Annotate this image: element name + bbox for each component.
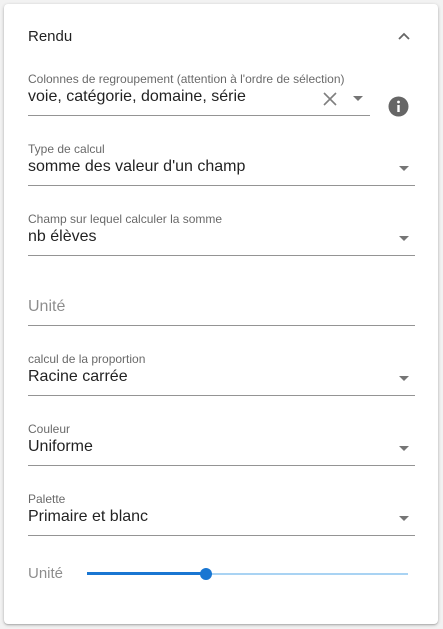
slider-label: Unité	[28, 565, 64, 582]
clear-icon[interactable]	[321, 90, 339, 108]
chevron-down-icon[interactable]	[399, 516, 409, 521]
section-title: Rendu	[28, 28, 73, 45]
grouping-columns-select[interactable]: Colonnes de regroupement (attention à l'…	[28, 72, 415, 120]
sum-field-select[interactable]: Champ sur lequel calculer la somme nb él…	[28, 212, 415, 260]
palette-select[interactable]: Palette Primaire et blanc	[28, 492, 415, 540]
rendu-panel: Rendu Colonnes de regroupement (attentio…	[4, 4, 438, 624]
chevron-down-icon[interactable]	[399, 236, 409, 241]
palette-value: Primaire et blanc	[28, 508, 149, 525]
chevron-up-icon[interactable]	[394, 26, 414, 46]
proportion-select[interactable]: calcul de la proportion Racine carrée	[28, 352, 415, 400]
color-value: Uniforme	[28, 438, 93, 455]
color-select[interactable]: Couleur Uniforme	[28, 422, 415, 470]
slider-thumb[interactable]	[200, 568, 212, 580]
chevron-down-icon[interactable]	[399, 376, 409, 381]
unit-slider[interactable]	[87, 566, 408, 582]
sum-field-underline	[28, 255, 415, 256]
chevron-down-icon[interactable]	[399, 166, 409, 171]
proportion-value: Racine carrée	[28, 368, 128, 385]
calc-type-value: somme des valeur d'un champ	[28, 158, 246, 175]
section-header[interactable]: Rendu	[4, 4, 438, 68]
chevron-down-icon[interactable]	[399, 446, 409, 451]
palette-label: Palette	[28, 492, 66, 506]
unit-placeholder: Unité	[28, 298, 66, 315]
unit-input[interactable]: Unité	[28, 282, 415, 330]
sum-field-label: Champ sur lequel calculer la somme	[28, 212, 223, 226]
calc-type-label: Type de calcul	[28, 142, 105, 156]
unit-underline	[28, 325, 415, 326]
color-label: Couleur	[28, 422, 71, 436]
sum-field-value: nb élèves	[28, 228, 97, 245]
grouping-columns-value: voie, catégorie, domaine, série	[28, 88, 246, 105]
color-underline	[28, 465, 415, 466]
slider-track[interactable]	[87, 572, 206, 575]
palette-underline	[28, 535, 415, 536]
chevron-down-icon[interactable]	[353, 96, 363, 101]
grouping-columns-underline	[28, 115, 370, 116]
calc-type-select[interactable]: Type de calcul somme des valeur d'un cha…	[28, 142, 415, 190]
grouping-columns-label: Colonnes de regroupement (attention à l'…	[28, 72, 345, 86]
info-icon[interactable]	[388, 96, 409, 117]
proportion-label: calcul de la proportion	[28, 352, 146, 366]
proportion-underline	[28, 395, 415, 396]
calc-type-underline	[28, 185, 415, 186]
